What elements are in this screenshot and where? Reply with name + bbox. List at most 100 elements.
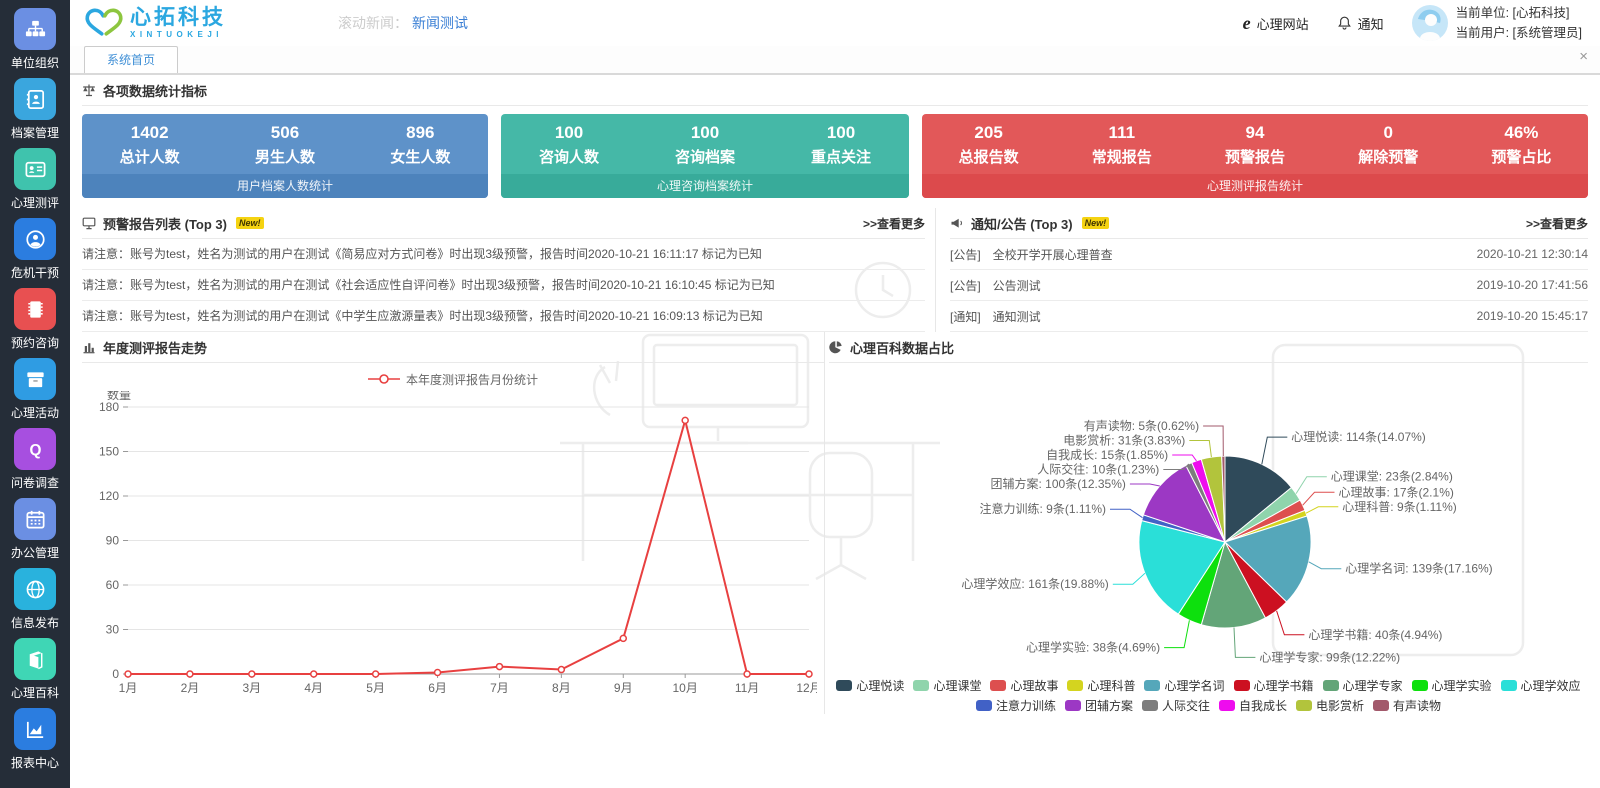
legend-item[interactable]: 心理学专家 [1323,677,1403,694]
sidebar-item-report-chart[interactable]: 报表中心 [0,708,70,771]
sidebar-item-label: 心理百科 [11,684,59,701]
svg-text:6月: 6月 [428,681,447,695]
brand-logo[interactable]: 心拓科技 XINTUOKEJI [84,5,226,41]
scrolling-news: 滚动新闻： 新闻测试 [338,13,468,33]
sidebar-item-book[interactable]: 心理百科 [0,638,70,701]
stat-value: 1402 [82,123,217,143]
stat-item: 100咨询人数 [501,123,637,167]
notice-title: 全校开学开展心理普查 [993,246,1113,263]
legend-item[interactable]: 心理学实验 [1412,677,1492,694]
stat-value: 100 [773,123,909,143]
line-legend[interactable]: 本年度测评报告月份统计 [82,367,824,391]
legend-label: 电影赏析 [1316,697,1364,714]
legend-item[interactable]: 心理学名词 [1144,677,1224,694]
avatar[interactable] [1412,5,1448,41]
notification-link[interactable]: 通知 [1337,14,1384,33]
notice-row[interactable]: [通知]通知测试2019-10-20 15:45:17 [950,301,1588,332]
line-point [620,635,626,641]
svg-text:9月: 9月 [614,681,633,695]
notice-row[interactable]: [公告]全校开学开展心理普查2020-10-21 12:30:14 [950,239,1588,270]
pie-label: 自我成长: 15条(1.85%) [1046,448,1168,462]
pie-chart-header: 心理百科数据占比 [829,332,1588,363]
legend-item[interactable]: 有声读物 [1373,697,1441,714]
legend-item[interactable]: 注意力训练 [976,697,1056,714]
stat-label: 预警报告 [1188,146,1321,167]
topbar-right: e 心理网站 通知 [1243,3,1582,43]
pie-label: 心理学专家: 99条(12.22%) [1259,649,1400,664]
legend-item[interactable]: 团辅方案 [1065,697,1133,714]
legend-swatch [1219,700,1235,711]
legend-label: 自我成长 [1239,697,1287,714]
sidebar-item-label: 心理测评 [11,194,59,211]
legend-label: 心理学专家 [1343,677,1403,694]
warning-row[interactable]: 请注意：账号为test，姓名为测试的用户在测试《简易应对方式问卷》时出现3级预警… [82,239,925,270]
psych-website-link[interactable]: e 心理网站 [1243,13,1309,34]
brand-subtitle: XINTUOKEJI [130,30,226,39]
sidebar-item-user-circle[interactable]: 危机干预 [0,218,70,281]
legend-swatch [836,680,852,691]
svg-text:60: 60 [106,578,120,592]
report-chart-icon [14,708,56,750]
legend-swatch [1144,680,1160,691]
sidebar-item-id-card[interactable]: 心理测评 [0,148,70,211]
bell-icon [1337,15,1352,31]
warning-more-link[interactable]: >>查看更多 [863,215,925,232]
sidebar-item-question[interactable]: Q问卷调查 [0,428,70,491]
legend-label: 心理学名词 [1164,677,1224,694]
warning-panel-header: 预警报告列表 (Top 3) New! >>查看更多 [82,208,925,239]
legend-swatch [1296,700,1312,711]
line-point [373,671,379,677]
notice-tag: [公告] [950,277,981,294]
notice-row[interactable]: [公告]公告测试2019-10-20 17:41:56 [950,270,1588,301]
notice-panel-title: 通知/公告 (Top 3) [971,214,1073,233]
svg-text:5月: 5月 [366,681,385,695]
legend-label: 心理悦读 [856,677,904,694]
stat-value: 100 [501,123,637,143]
svg-text:180: 180 [99,400,119,414]
legend-swatch [990,680,1006,691]
warning-row[interactable]: 请注意：账号为test，姓名为测试的用户在测试《社会适应性自评问卷》时出现3级预… [82,270,925,301]
user-circle-icon [14,218,56,260]
legend-item[interactable]: 心理故事 [990,677,1058,694]
sidebar-item-address-book[interactable]: 档案管理 [0,78,70,141]
encyclopedia-pie-chart[interactable]: 心理悦读: 114条(14.07%)心理课堂: 23条(2.84%)心理故事: … [829,363,1584,675]
legend-label: 有声读物 [1393,697,1441,714]
sidebar-item-label: 危机干预 [11,264,59,281]
legend-item[interactable]: 自我成长 [1219,697,1287,714]
notice-more-link[interactable]: >>查看更多 [1526,215,1588,232]
svg-text:11月: 11月 [735,681,759,695]
legend-item[interactable]: 心理悦读 [836,677,904,694]
legend-item[interactable]: 电影赏析 [1296,697,1364,714]
sidebar-item-archive-box[interactable]: 心理活动 [0,358,70,421]
pie-chart-panel: 心理百科数据占比 心理悦读: 114条(14.07%)心理课堂: 23条(2.8… [824,332,1588,714]
legend-item[interactable]: 心理学效应 [1501,677,1581,694]
legend-item[interactable]: 心理学书籍 [1234,677,1314,694]
close-icon[interactable]: × [1579,49,1588,64]
legend-label: 心理学效应 [1521,677,1581,694]
stat-value: 100 [637,123,773,143]
warning-row[interactable]: 请注意：账号为test，姓名为测试的用户在测试《中学生应激源量表》时出现3级预警… [82,301,925,332]
monthly-report-line-chart[interactable]: 0306090120150180数量1月2月3月4月5月6月7月8月9月10月1… [82,391,817,709]
news-link[interactable]: 新闻测试 [412,13,468,33]
psych-website-label: 心理网站 [1257,14,1309,33]
line-point [435,670,441,676]
stat-value: 0 [1322,123,1455,143]
legend-item[interactable]: 心理课堂 [913,677,981,694]
stat-item: 100重点关注 [773,123,909,167]
stat-label: 总报告数 [922,146,1055,167]
sidebar-item-appointment-book[interactable]: 预约咨询 [0,288,70,351]
user-box: 当前单位: [心拓科技] 当前用户: [系统管理员] [1412,3,1582,43]
stat-label: 常规报告 [1055,146,1188,167]
sidebar-item-calendar[interactable]: 办公管理 [0,498,70,561]
svg-text:7月: 7月 [490,681,509,695]
stat-card-report-stats: 205总报告数111常规报告94预警报告0解除预警46%预警占比心理测评报告统计 [922,114,1588,198]
stat-label: 男生人数 [217,146,352,167]
legend-item[interactable]: 心理科普 [1067,677,1135,694]
sidebar-item-org-chart[interactable]: 单位组织 [0,8,70,71]
tab-system-home[interactable]: 系统首页 [84,46,178,73]
svg-text:0: 0 [112,667,119,681]
legend-item[interactable]: 人际交往 [1142,697,1210,714]
legend-label: 团辅方案 [1085,697,1133,714]
stat-value: 896 [353,123,488,143]
sidebar-item-globe[interactable]: 信息发布 [0,568,70,631]
